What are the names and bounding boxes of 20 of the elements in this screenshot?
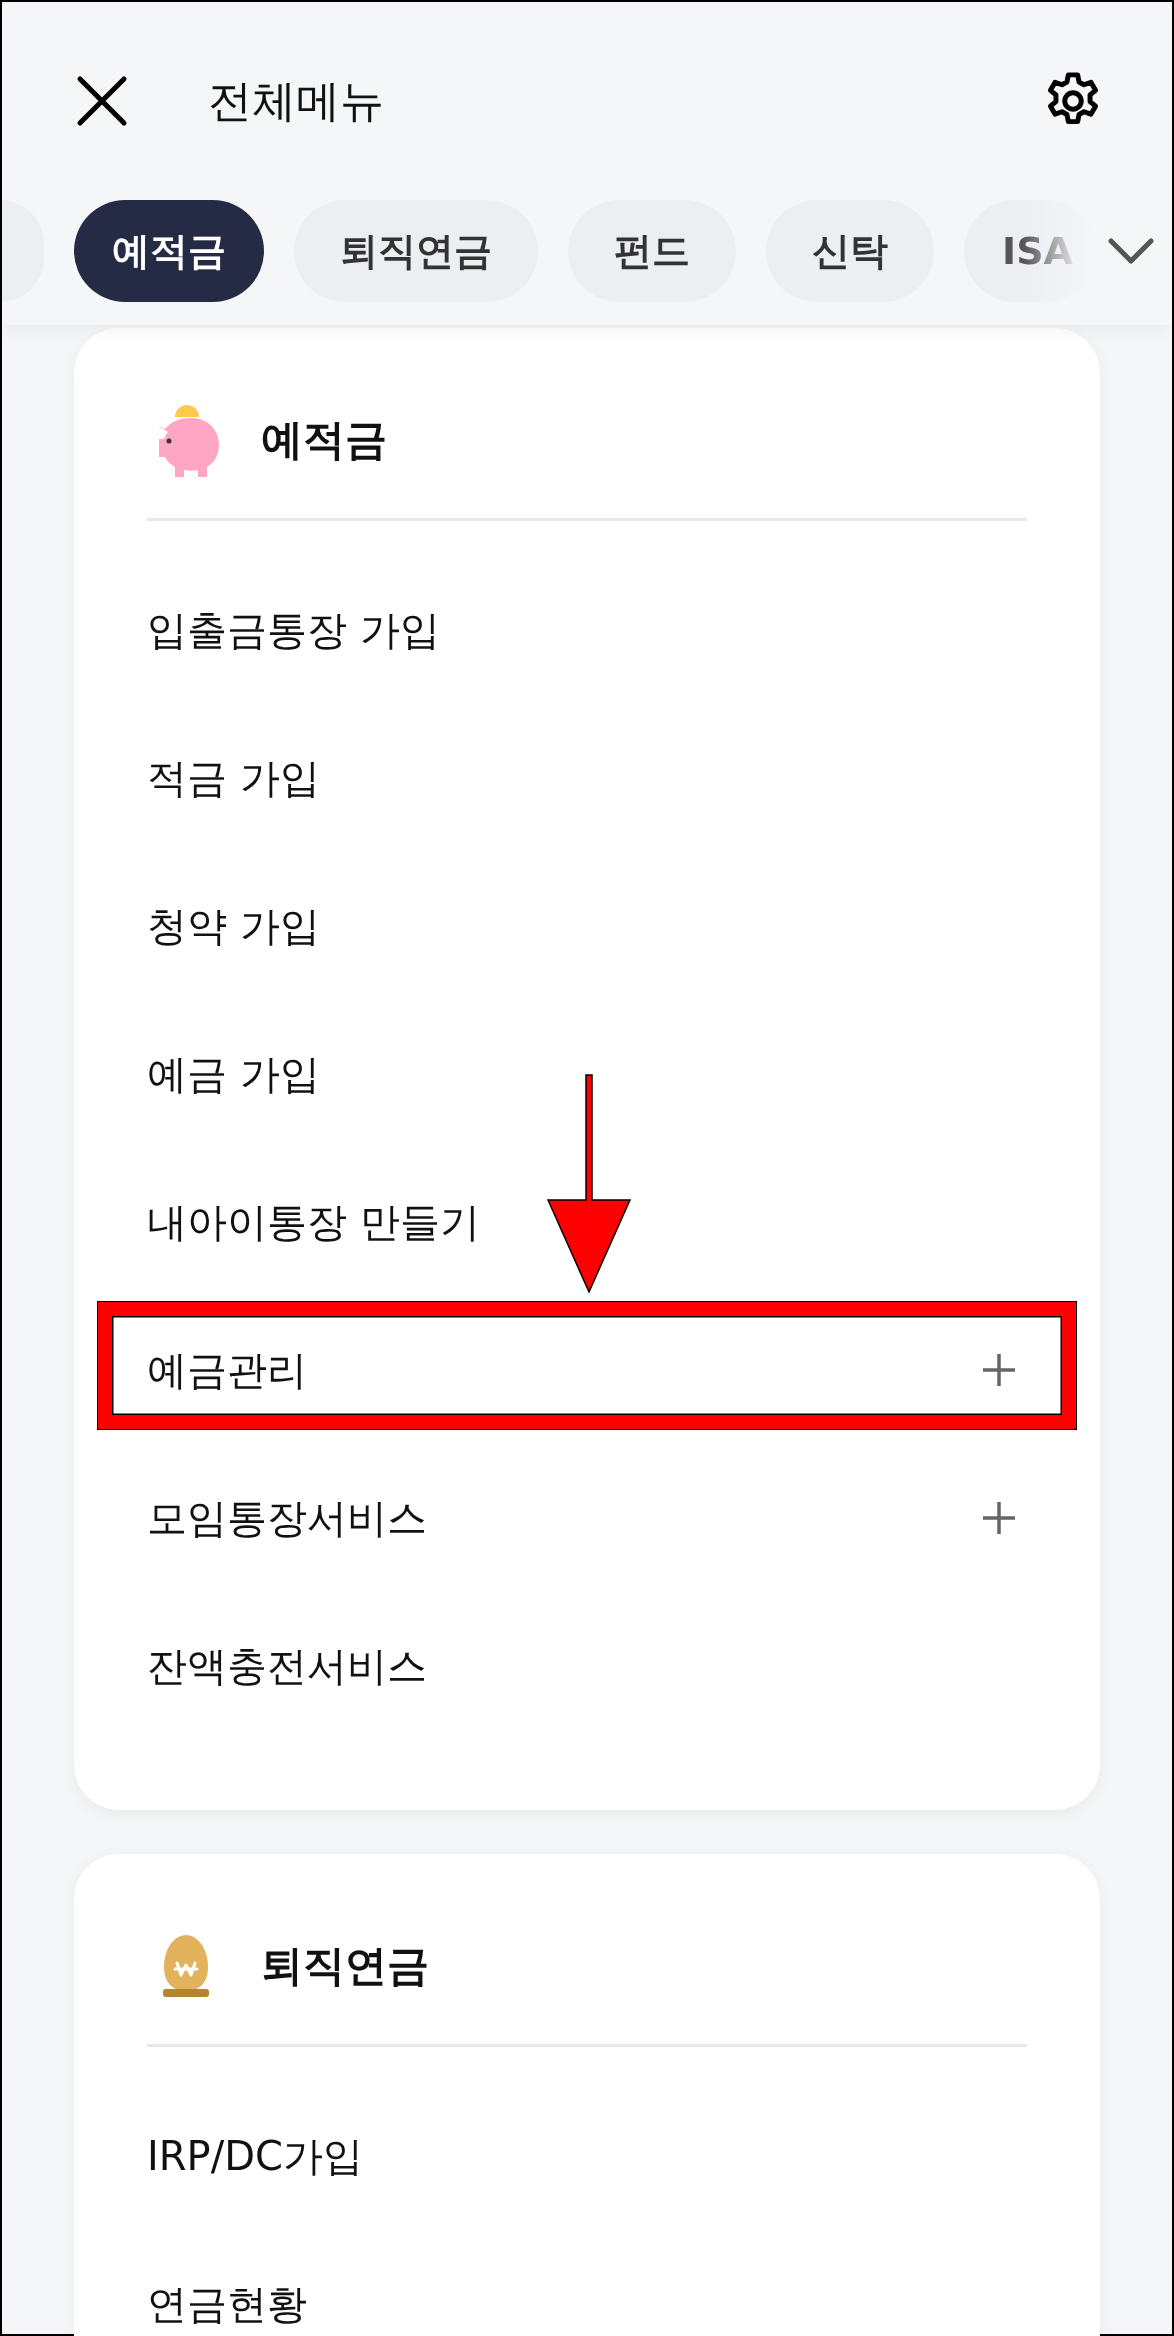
section-title: 퇴직연금: [261, 1940, 429, 1992]
section-title: 예적금: [261, 414, 387, 466]
menu-title: 전체메뉴: [208, 73, 385, 128]
plus-icon[interactable]: [981, 1500, 1017, 1536]
menu-item[interactable]: 연금현황: [147, 2281, 307, 2327]
menu-item[interactable]: IRP/DC가입: [147, 2133, 363, 2179]
menu-item[interactable]: 예금관리: [147, 1347, 307, 1393]
category-tab[interactable]: 예적금: [74, 200, 264, 302]
category-tab[interactable]: 신탁: [766, 200, 934, 302]
menu-item[interactable]: 적금 가입: [147, 755, 320, 801]
menu-item[interactable]: 예금 가입: [147, 1051, 320, 1097]
menu-item[interactable]: 모임통장서비스: [147, 1495, 427, 1541]
category-tab[interactable]: 퇴직연금: [294, 200, 538, 302]
menu-item[interactable]: 입출금통장 가입: [147, 607, 440, 653]
menu-item[interactable]: 내아이통장 만들기: [147, 1199, 480, 1245]
plus-icon[interactable]: [981, 1352, 1017, 1388]
menu-item[interactable]: 청약 가입: [147, 903, 320, 949]
menu-item[interactable]: 잔액충전서비스: [147, 1643, 427, 1689]
chevron-down-icon[interactable]: [1106, 236, 1155, 266]
category-tab[interactable]: 펀드: [568, 200, 736, 302]
